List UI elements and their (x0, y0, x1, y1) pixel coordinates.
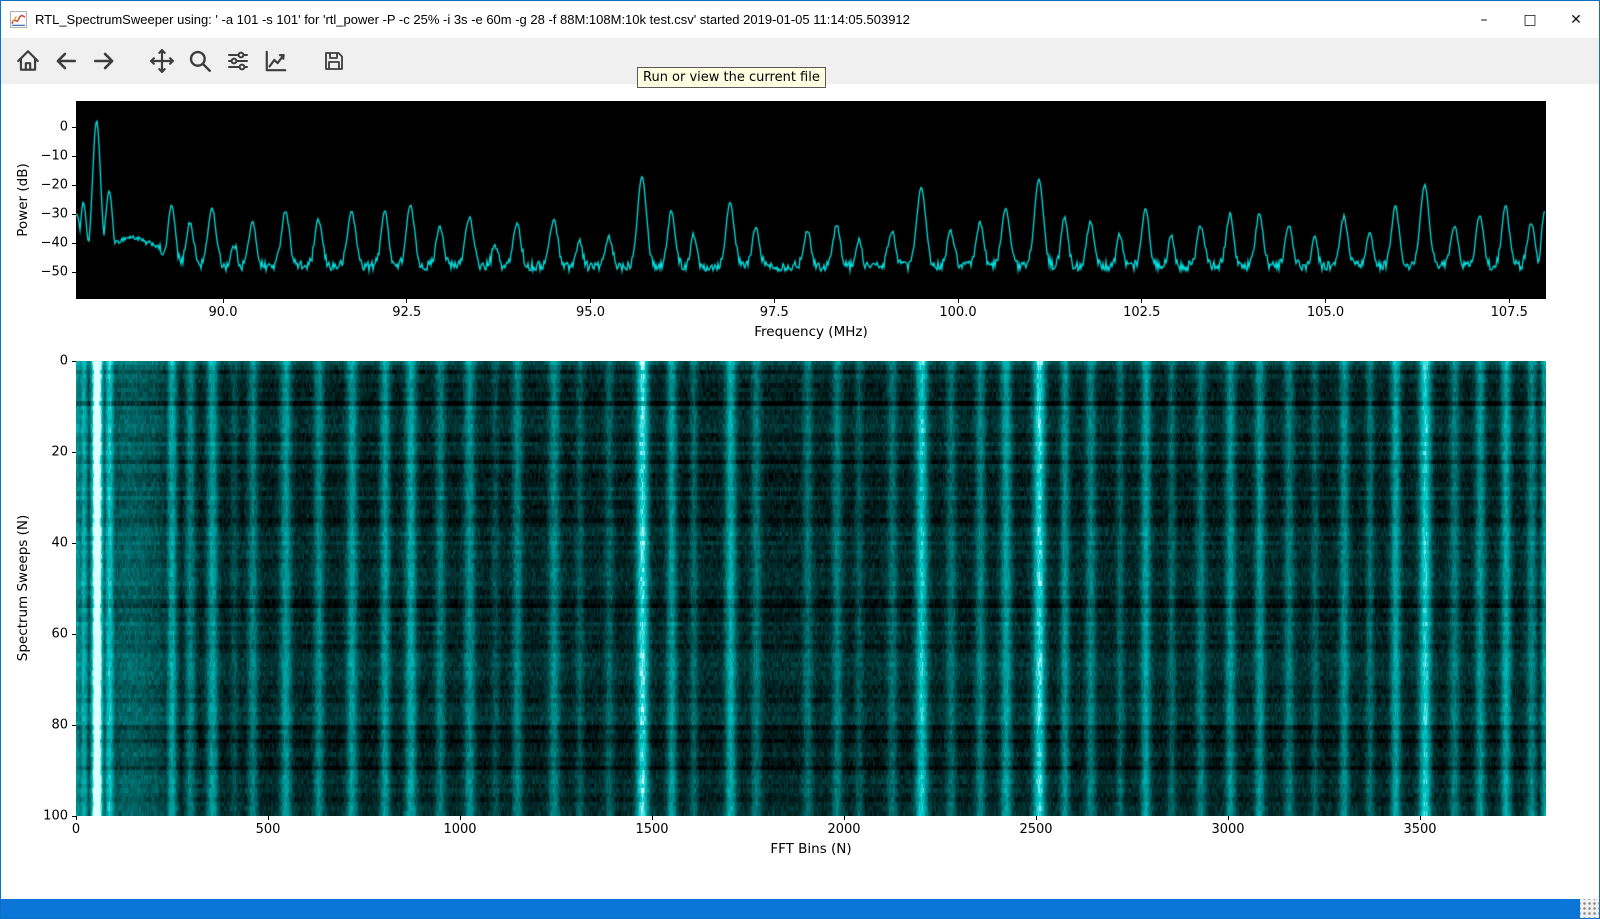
x-tick-label: 2500 (1019, 822, 1052, 837)
x-tick-label: 102.5 (1123, 305, 1160, 320)
y-tick-label: −10 (41, 149, 68, 164)
y-tick-label: −20 (41, 178, 68, 193)
maximize-button[interactable]: □ (1507, 1, 1553, 38)
window-title: RTL_SpectrumSweeper using: ' -a 101 -s 1… (35, 12, 910, 27)
y-tick-label: −40 (41, 236, 68, 251)
x-tick-label: 2000 (827, 822, 860, 837)
spectrum-yaxis-label: Power (dB) (15, 163, 31, 236)
y-tick-mark (72, 452, 76, 453)
x-tick-label: 90.0 (209, 305, 238, 320)
configure-subplots-button[interactable] (219, 42, 257, 80)
titlebar: RTL_SpectrumSweeper using: ' -a 101 -s 1… (1, 1, 1599, 38)
y-tick-mark (72, 243, 76, 244)
y-tick-mark (72, 634, 76, 635)
forward-button[interactable] (85, 42, 123, 80)
y-tick-label: −50 (41, 265, 68, 280)
x-tick-mark (958, 299, 959, 303)
x-tick-mark (774, 299, 775, 303)
x-tick-label: 100.0 (939, 305, 976, 320)
waterfall-xaxis-label: FFT Bins (N) (770, 841, 851, 857)
x-tick-label: 500 (256, 822, 281, 837)
x-tick-label: 3500 (1403, 822, 1436, 837)
x-tick-mark (1228, 816, 1229, 820)
arrow-left-icon (53, 48, 79, 74)
x-tick-mark (1141, 299, 1142, 303)
x-tick-mark (1036, 816, 1037, 820)
x-tick-mark (268, 816, 269, 820)
y-tick-mark (72, 361, 76, 362)
x-tick-label: 3000 (1211, 822, 1244, 837)
resize-grip[interactable] (1580, 899, 1599, 918)
x-tick-mark (460, 816, 461, 820)
x-tick-label: 0 (72, 822, 80, 837)
magnifier-icon (187, 48, 213, 74)
arrow-right-icon (91, 48, 117, 74)
floppy-icon (322, 49, 346, 73)
y-tick-label: 60 (51, 627, 68, 642)
spectrum-xaxis-label: Frequency (MHz) (754, 324, 867, 340)
x-tick-mark (844, 816, 845, 820)
x-tick-label: 105.0 (1307, 305, 1344, 320)
close-button[interactable]: ✕ (1553, 1, 1599, 38)
x-tick-label: 1000 (443, 822, 476, 837)
y-tick-mark (72, 543, 76, 544)
y-tick-mark (72, 156, 76, 157)
y-tick-mark (72, 127, 76, 128)
figure-area: Frequency (MHz) Power (dB) FFT Bins (N) … (1, 84, 1599, 899)
x-tick-label: 1500 (635, 822, 668, 837)
zoom-button[interactable] (181, 42, 219, 80)
y-tick-label: −30 (41, 207, 68, 222)
y-tick-mark (72, 725, 76, 726)
y-tick-mark (72, 185, 76, 186)
x-tick-mark (652, 816, 653, 820)
y-tick-label: 80 (51, 718, 68, 733)
app-window: RTL_SpectrumSweeper using: ' -a 101 -s 1… (0, 0, 1600, 919)
x-tick-mark (76, 816, 77, 820)
y-tick-mark (72, 272, 76, 273)
back-button[interactable] (47, 42, 85, 80)
x-tick-label: 92.5 (392, 305, 421, 320)
y-tick-label: 100 (43, 809, 68, 824)
y-tick-label: 0 (60, 354, 68, 369)
x-tick-mark (1509, 299, 1510, 303)
move-icon (149, 48, 175, 74)
y-tick-mark (72, 214, 76, 215)
window-controls: – □ ✕ (1461, 1, 1599, 38)
x-tick-label: 95.0 (576, 305, 605, 320)
y-tick-label: 0 (60, 120, 68, 135)
sliders-icon (226, 49, 250, 73)
x-tick-mark (1325, 299, 1326, 303)
home-icon (15, 48, 41, 74)
home-button[interactable] (9, 42, 47, 80)
app-icon (10, 11, 27, 28)
x-tick-mark (1420, 816, 1421, 820)
waterfall-plot-canvas[interactable] (76, 361, 1546, 816)
x-tick-label: 107.5 (1491, 305, 1528, 320)
x-tick-mark (590, 299, 591, 303)
tooltip: Run or view the current file (637, 67, 826, 88)
x-tick-mark (223, 299, 224, 303)
y-tick-label: 20 (51, 445, 68, 460)
chart-icon (263, 48, 289, 74)
y-tick-label: 40 (51, 536, 68, 551)
save-button[interactable] (315, 42, 353, 80)
x-tick-mark (406, 299, 407, 303)
bottom-bar (1, 899, 1599, 918)
waterfall-yaxis-label: Spectrum Sweeps (N) (15, 515, 31, 661)
spectrum-plot-canvas[interactable] (76, 101, 1546, 299)
x-tick-label: 97.5 (760, 305, 789, 320)
y-tick-mark (72, 816, 76, 817)
pan-button[interactable] (143, 42, 181, 80)
customize-plot-button[interactable] (257, 42, 295, 80)
minimize-button[interactable]: – (1461, 1, 1507, 38)
